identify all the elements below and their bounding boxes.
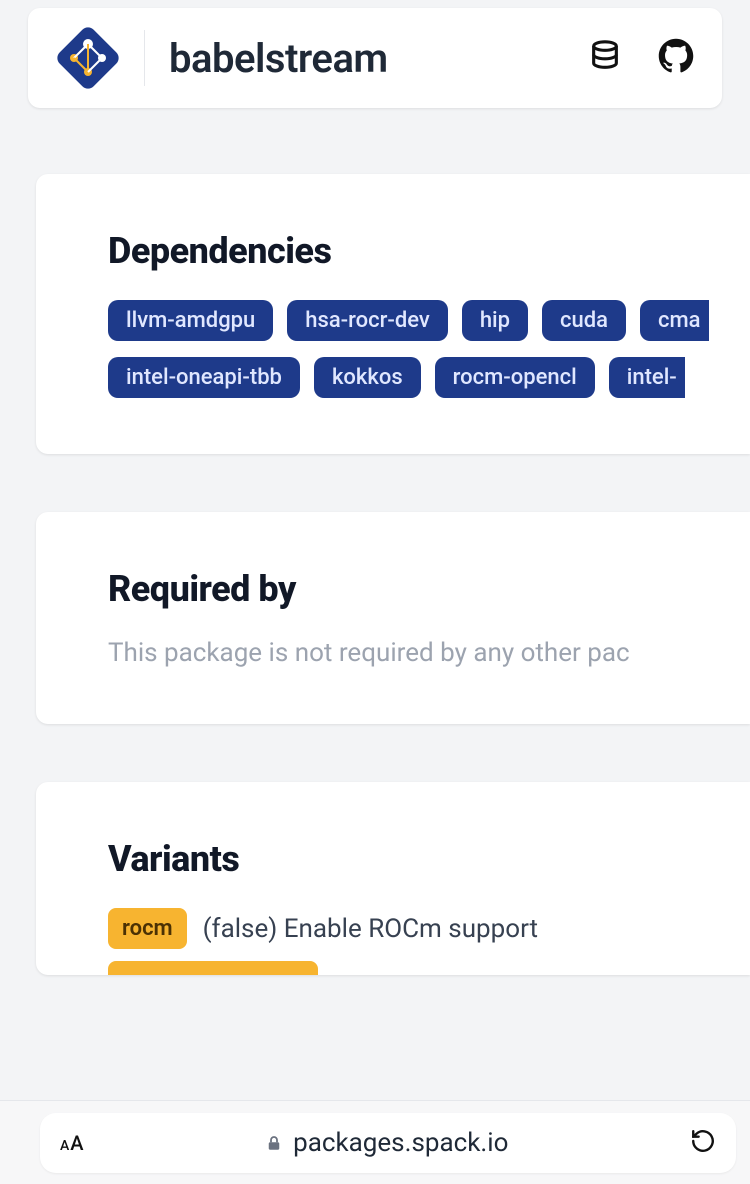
- spack-logo[interactable]: [56, 26, 120, 90]
- database-icon[interactable]: [588, 39, 622, 77]
- variant-name-tag-partial: [108, 961, 318, 975]
- package-name: babelstream: [169, 35, 388, 82]
- required-by-text: This package is not required by any othe…: [108, 638, 750, 668]
- variant-name-tag[interactable]: rocm: [108, 908, 187, 949]
- address-bar[interactable]: AA packages.spack.io: [40, 1113, 736, 1173]
- dependency-list-row2: intel-oneapi-tbb kokkos rocm-opencl inte…: [108, 357, 750, 398]
- dependency-pill[interactable]: hip: [462, 300, 528, 341]
- lock-icon: [265, 1134, 283, 1152]
- dependency-pill[interactable]: intel-oneapi-tbb: [108, 357, 300, 398]
- reader-aa-icon[interactable]: AA: [60, 1131, 84, 1155]
- browser-toolbar: AA packages.spack.io: [0, 1100, 750, 1184]
- dependency-pill[interactable]: llvm-amdgpu: [108, 300, 273, 341]
- variant-description: (false) Enable ROCm support: [203, 914, 538, 944]
- variants-heading: Variants: [108, 838, 750, 880]
- divider: [144, 30, 145, 86]
- variants-section: Variants rocm (false) Enable ROCm suppor…: [36, 782, 750, 975]
- dependency-pill[interactable]: cma: [640, 300, 709, 341]
- dependency-list-row1: llvm-amdgpu hsa-rocr-dev hip cuda cma: [108, 300, 750, 341]
- url-display: packages.spack.io: [102, 1128, 672, 1158]
- required-by-heading: Required by: [108, 568, 750, 610]
- variant-row: rocm (false) Enable ROCm support: [108, 908, 750, 949]
- dependency-pill[interactable]: cuda: [542, 300, 626, 341]
- dependency-pill[interactable]: hsa-rocr-dev: [287, 300, 448, 341]
- dependencies-heading: Dependencies: [108, 230, 750, 272]
- dependency-pill[interactable]: kokkos: [314, 357, 421, 398]
- dependencies-section: Dependencies llvm-amdgpu hsa-rocr-dev hi…: [36, 174, 750, 454]
- dependency-pill[interactable]: rocm-opencl: [435, 357, 595, 398]
- reload-icon[interactable]: [690, 1128, 716, 1158]
- github-icon[interactable]: [658, 38, 694, 78]
- required-by-section: Required by This package is not required…: [36, 512, 750, 724]
- dependency-pill[interactable]: intel-: [609, 357, 685, 398]
- page-header: babelstream: [28, 8, 722, 108]
